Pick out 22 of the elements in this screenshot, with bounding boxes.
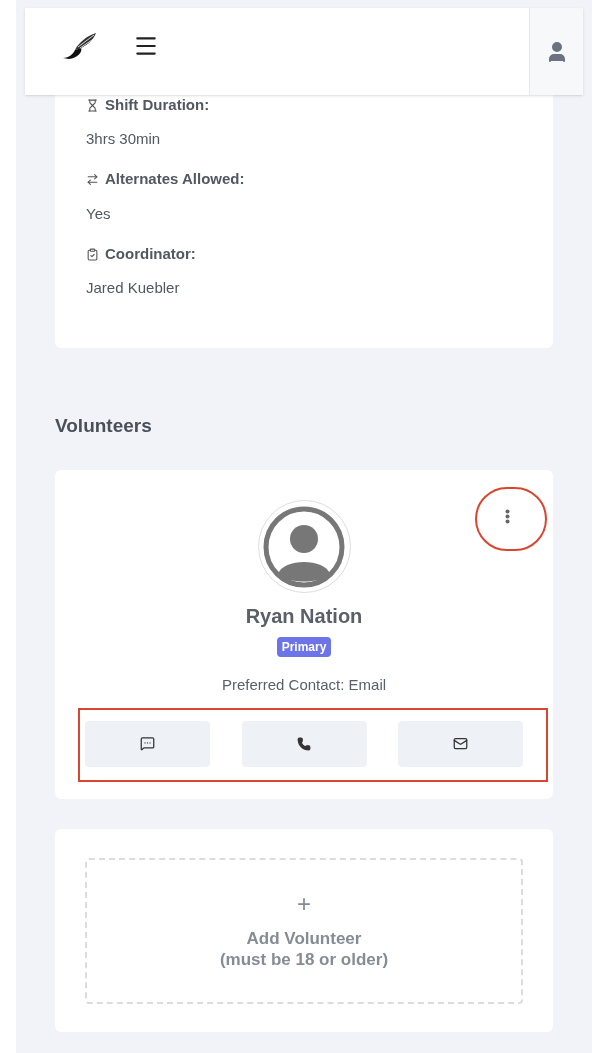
preferred-contact: Preferred Contact: Email [221,675,387,695]
detail-label: Alternates Allowed: [105,169,245,190]
message-icon [140,736,155,751]
mail-icon [453,736,468,751]
swap-arrows-icon [86,173,99,186]
plus-symbol: + [297,891,311,916]
detail-value: Jared Kuebler [86,278,181,298]
clipboard-check-icon [86,247,99,261]
detail-value: 3hrs 30min [86,129,162,149]
section-heading: Volunteers [55,413,153,438]
detail-value: Yes [86,203,112,224]
primary-badge: Primary [276,637,332,657]
add-volunteer-label: Add Volunteer [246,927,362,949]
more-options-icon [505,509,510,524]
age-requirement: (must be 18 or older) [219,948,389,970]
more-options-button[interactable] [503,507,512,526]
detail-label: Coordinator: [105,243,196,264]
volunteer-name: Ryan Nation [245,604,363,629]
detail-label: Shift Duration: [105,94,210,115]
hourglass-icon [86,98,99,112]
phone-icon [297,736,311,751]
add-volunteer-button[interactable]: + Add Volunteer (must be 18 or older) [85,857,523,1004]
